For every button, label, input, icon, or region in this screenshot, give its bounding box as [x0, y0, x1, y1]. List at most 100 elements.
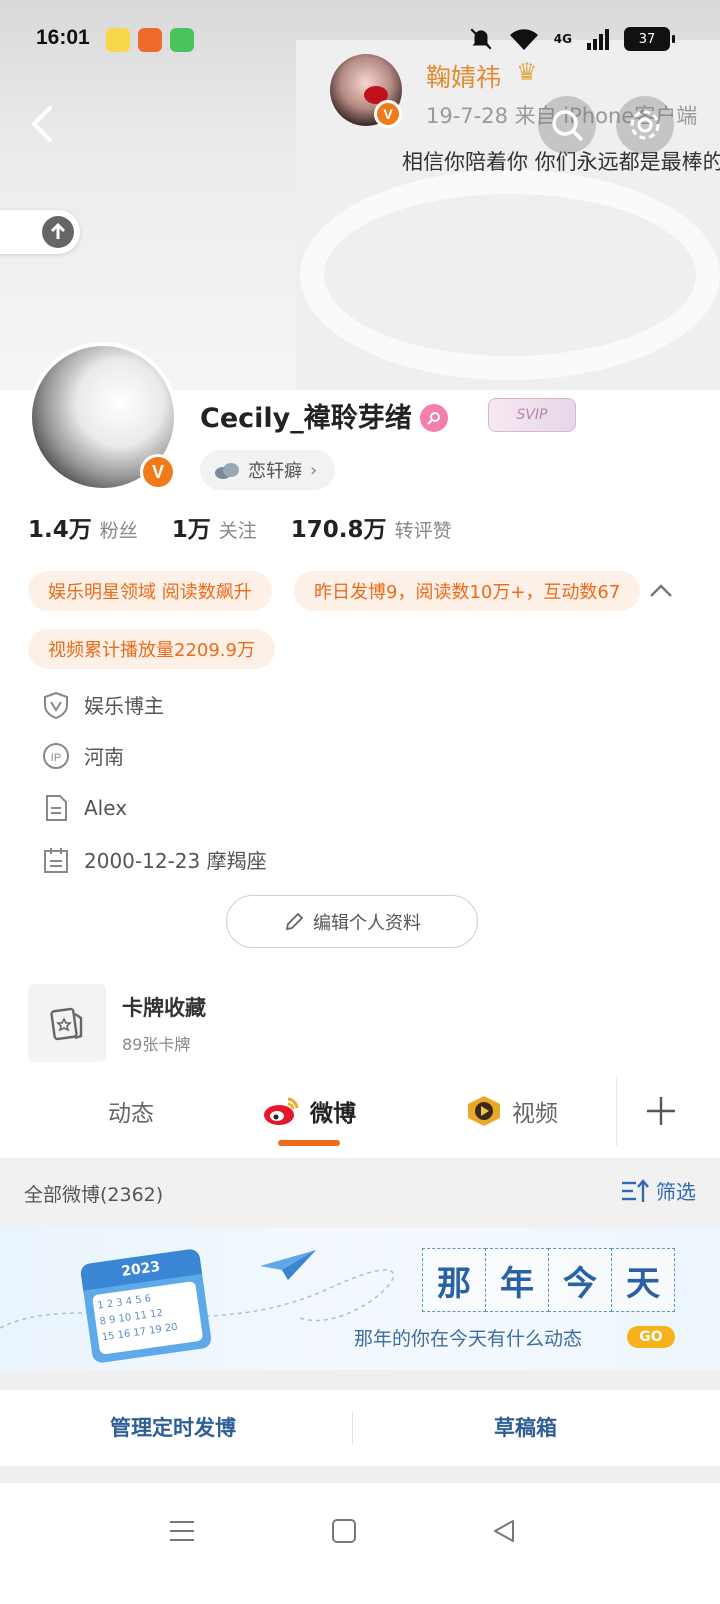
menu-icon [170, 1521, 194, 1541]
system-nav-bar [0, 1482, 720, 1604]
wifi-icon [509, 29, 538, 50]
verified-badge: V [374, 100, 402, 128]
tag-label: 恋轩癖 [248, 461, 302, 482]
stat-fans[interactable]: 1.4万 粉丝 [28, 510, 138, 544]
plus-icon[interactable] [644, 1094, 678, 1128]
status-indicators: 4G 37 [468, 26, 675, 52]
memory-banner[interactable]: 2023 1 2 3 4 5 6 8 9 10 11 12 15 16 17 1… [0, 1228, 720, 1370]
network-label: 4G [553, 32, 572, 46]
signal-icon [587, 29, 609, 50]
ip-icon: IP [42, 742, 70, 770]
nian-jin-tian-title: 那 年 今 天 [422, 1248, 675, 1312]
menu-button[interactable] [162, 1511, 202, 1551]
back-triangle-icon [494, 1520, 514, 1542]
video-icon [468, 1096, 500, 1126]
info-birthday: 2000-12-23 摩羯座 [42, 845, 267, 874]
section-separator [0, 1466, 720, 1482]
search-icon [552, 110, 583, 141]
filter-button[interactable]: 筛选 [620, 1176, 696, 1205]
profile-tag-chip[interactable]: 恋轩癖 › [200, 450, 336, 490]
info-birthday-text: 2000-12-23 摩羯座 [84, 849, 267, 873]
calendar-icon [42, 846, 70, 874]
document-icon [42, 794, 70, 822]
tab-label: 微博 [310, 1101, 356, 1127]
title-char: 今 [548, 1248, 612, 1312]
profile-stats: 1.4万 粉丝 1万 关注 170.8万 转评赞 [28, 510, 486, 544]
filter-icon [622, 1178, 649, 1202]
filter-label: 筛选 [656, 1180, 696, 1204]
stat-num: 1万 [171, 517, 211, 543]
stat-following[interactable]: 1万 关注 [172, 510, 257, 544]
section-separator [0, 1370, 720, 1390]
go-button[interactable]: GO [627, 1326, 675, 1348]
title-char: 那 [422, 1248, 486, 1312]
tab-weibo[interactable]: 微博 [262, 1094, 356, 1128]
weibo-icon [264, 1097, 299, 1125]
highlight-chip[interactable]: 视频累计播放量2209.9万 [28, 629, 275, 669]
svg-text:IP: IP [51, 752, 61, 764]
scroll-top-tab[interactable] [0, 210, 80, 254]
info-ip-text: 河南 [84, 745, 124, 769]
stat-num: 1.4万 [28, 517, 92, 543]
tab-label: 视频 [512, 1101, 558, 1127]
stat-likes[interactable]: 170.8万 转评赞 [291, 510, 452, 544]
crown-icon: ♛ [516, 58, 538, 86]
stat-label: 关注 [218, 520, 257, 542]
banner-subtitle: 那年的你在今天有什么动态 [354, 1328, 583, 1350]
home-icon [332, 1519, 356, 1543]
info-ip: IP 河南 [42, 741, 124, 770]
home-button[interactable] [324, 1511, 364, 1551]
back-button[interactable] [484, 1511, 524, 1551]
cover-decoration [300, 170, 720, 380]
battery-indicator: 37 [624, 27, 675, 51]
info-desc: Alex [42, 794, 127, 822]
scheduled-posts-button[interactable]: 管理定时发博 [110, 1412, 236, 1442]
highlight-chip[interactable]: 昨日发博9，阅读数10万+，互动数67 [294, 571, 641, 611]
status-time: 16:01 [36, 26, 90, 49]
info-role: 娱乐博主 [42, 690, 164, 719]
info-role-text: 娱乐博主 [84, 694, 164, 718]
search-button[interactable] [538, 96, 596, 154]
tab-feed[interactable]: 动态 [108, 1094, 154, 1128]
notification-icons [106, 28, 194, 52]
settings-button[interactable] [616, 96, 674, 154]
paper-plane-icon [260, 1250, 316, 1280]
chevron-up-icon[interactable] [648, 578, 674, 604]
stat-label: 转评赞 [394, 520, 452, 542]
weibo-app-icon [106, 28, 130, 52]
battery-level: 37 [638, 31, 656, 47]
edit-profile-label: 编辑个人资料 [313, 912, 421, 934]
tab-label: 动态 [108, 1101, 154, 1127]
top-post-name[interactable]: 鞠婧祎 [426, 58, 501, 94]
card-collection-count: 89张卡牌 [122, 1035, 191, 1054]
title-char: 天 [611, 1248, 675, 1312]
card-collection-title[interactable]: 卡牌收藏 [122, 992, 206, 1022]
tab-video[interactable]: 视频 [466, 1094, 558, 1128]
top-post-avatar[interactable]: V [330, 54, 402, 128]
profile-username: Cecily_褘聆芽绪 [200, 403, 412, 434]
mute-icon [470, 28, 492, 50]
action-divider [352, 1412, 353, 1444]
info-desc-text: Alex [84, 796, 128, 820]
app-icon-orange [138, 28, 162, 52]
feed-count: 全部微博(2362) [24, 1184, 164, 1206]
message-app-icon [170, 28, 194, 52]
settings-icon [630, 110, 660, 140]
tab-divider [616, 1076, 618, 1146]
active-tab-indicator [278, 1140, 340, 1146]
card-collection-thumb[interactable] [28, 984, 106, 1062]
stat-num: 170.8万 [290, 517, 387, 543]
feed-filter-bar: 全部微博(2362) 筛选 [0, 1158, 720, 1228]
profile-avatar[interactable]: V [28, 342, 178, 492]
scroll-up-icon [42, 216, 74, 248]
highlight-chip[interactable]: 娱乐明星领域 阅读数飙升 [28, 571, 272, 611]
calendar-digits: 1 2 3 4 5 6 8 9 10 11 12 15 16 17 19 20 [92, 1280, 204, 1355]
post-actions-bar: 管理定时发博 草稿箱 [0, 1390, 720, 1466]
verified-badge: V [140, 454, 176, 490]
title-char: 年 [485, 1248, 549, 1312]
drafts-button[interactable]: 草稿箱 [494, 1412, 557, 1442]
svip-badge[interactable]: SVIP [488, 398, 576, 432]
back-icon[interactable] [22, 100, 66, 148]
stat-label: 粉丝 [99, 520, 138, 542]
edit-profile-button[interactable]: 编辑个人资料 [226, 895, 478, 948]
